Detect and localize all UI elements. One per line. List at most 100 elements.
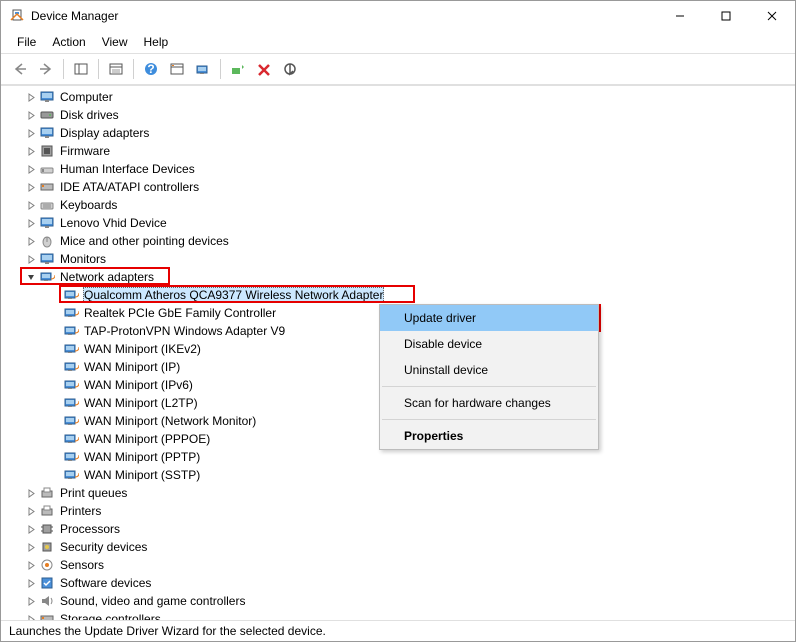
chevron-right-icon[interactable] — [25, 127, 37, 139]
menu-help[interactable]: Help — [136, 33, 177, 51]
forward-button[interactable] — [35, 58, 57, 80]
chevron-right-icon[interactable] — [25, 487, 37, 499]
network-adapter-icon — [63, 431, 79, 447]
tree-category-processors[interactable]: Processors — [1, 520, 795, 538]
toolbar-divider — [220, 59, 221, 79]
disable-button[interactable] — [279, 58, 301, 80]
tree-device-label: WAN Miniport (PPTP) — [83, 450, 201, 464]
tree-category-label: Security devices — [59, 540, 148, 554]
network-adapter-icon — [63, 359, 79, 375]
chevron-right-icon[interactable] — [25, 577, 37, 589]
network-adapter-icon — [63, 341, 79, 357]
device-category-icon — [39, 611, 55, 620]
tree-category-disk-drives[interactable]: Disk drives — [1, 106, 795, 124]
context-menu: Update driverDisable deviceUninstall dev… — [379, 304, 599, 450]
tree-category-computer[interactable]: Computer — [1, 88, 795, 106]
tree-device-label: WAN Miniport (IKEv2) — [83, 342, 202, 356]
device-category-icon — [39, 557, 55, 573]
device-category-icon — [39, 125, 55, 141]
tree-category-label: Computer — [59, 90, 114, 104]
context-menu-item-scan-for-hardware-changes[interactable]: Scan for hardware changes — [380, 390, 598, 416]
statusbar-text: Launches the Update Driver Wizard for th… — [9, 624, 326, 638]
chevron-right-icon[interactable] — [25, 217, 37, 229]
tree-category-network-adapters[interactable]: Network adapters — [1, 268, 795, 286]
tree-category-sensors[interactable]: Sensors — [1, 556, 795, 574]
tree-category-lenovo-vhid-device[interactable]: Lenovo Vhid Device — [1, 214, 795, 232]
tree-device-label: WAN Miniport (PPPOE) — [83, 432, 211, 446]
chevron-right-icon[interactable] — [25, 253, 37, 265]
tree-device-label: WAN Miniport (SSTP) — [83, 468, 201, 482]
chevron-right-icon[interactable] — [25, 523, 37, 535]
tree-category-human-interface-devices[interactable]: Human Interface Devices — [1, 160, 795, 178]
action-button[interactable] — [166, 58, 188, 80]
tree-category-display-adapters[interactable]: Display adapters — [1, 124, 795, 142]
tree-category-security-devices[interactable]: Security devices — [1, 538, 795, 556]
tree-device-item[interactable]: WAN Miniport (PPTP) — [1, 448, 795, 466]
network-adapter-icon — [63, 395, 79, 411]
chevron-right-icon[interactable] — [25, 199, 37, 211]
window-title: Device Manager — [31, 9, 657, 23]
menu-view[interactable]: View — [94, 33, 136, 51]
tree-category-label: Mice and other pointing devices — [59, 234, 230, 248]
tree-category-print-queues[interactable]: Print queues — [1, 484, 795, 502]
chevron-right-icon[interactable] — [25, 541, 37, 553]
menu-action[interactable]: Action — [44, 33, 93, 51]
chevron-right-icon[interactable] — [25, 145, 37, 157]
maximize-button[interactable] — [703, 1, 749, 31]
chevron-right-icon[interactable] — [25, 595, 37, 607]
context-menu-item-disable-device[interactable]: Disable device — [380, 331, 598, 357]
chevron-right-icon[interactable] — [25, 109, 37, 121]
update-driver-button[interactable] — [227, 58, 249, 80]
uninstall-button[interactable] — [253, 58, 275, 80]
tree-category-storage-controllers[interactable]: Storage controllers — [1, 610, 795, 620]
tree-category-label: Print queues — [59, 486, 128, 500]
close-button[interactable] — [749, 1, 795, 31]
tree-category-sound-video-and-game-controllers[interactable]: Sound, video and game controllers — [1, 592, 795, 610]
minimize-button[interactable] — [657, 1, 703, 31]
device-category-icon — [39, 485, 55, 501]
tree-category-mice-and-other-pointing-devices[interactable]: Mice and other pointing devices — [1, 232, 795, 250]
tree-device-item[interactable]: WAN Miniport (SSTP) — [1, 466, 795, 484]
tree-device-label: Realtek PCIe GbE Family Controller — [83, 306, 277, 320]
tree-category-label: Storage controllers — [59, 612, 162, 620]
chevron-right-icon[interactable] — [25, 559, 37, 571]
chevron-right-icon[interactable] — [25, 181, 37, 193]
tree-device-label: WAN Miniport (IPv6) — [83, 378, 194, 392]
tree-category-label: Human Interface Devices — [59, 162, 196, 176]
device-category-icon — [39, 143, 55, 159]
tree-device-item[interactable]: Qualcomm Atheros QCA9377 Wireless Networ… — [1, 286, 795, 304]
titlebar: Device Manager — [1, 1, 795, 31]
properties-button[interactable] — [105, 58, 127, 80]
scan-hardware-button[interactable] — [192, 58, 214, 80]
tree-category-keyboards[interactable]: Keyboards — [1, 196, 795, 214]
tree-category-firmware[interactable]: Firmware — [1, 142, 795, 160]
tree-category-label: Network adapters — [59, 270, 155, 284]
help-button[interactable]: ? — [140, 58, 162, 80]
device-category-icon — [39, 233, 55, 249]
window-controls — [657, 1, 795, 31]
tree-category-monitors[interactable]: Monitors — [1, 250, 795, 268]
tree-category-software-devices[interactable]: Software devices — [1, 574, 795, 592]
context-menu-separator — [382, 386, 596, 387]
tree-category-ide-ata-atapi-controllers[interactable]: IDE ATA/ATAPI controllers — [1, 178, 795, 196]
chevron-right-icon[interactable] — [25, 91, 37, 103]
device-category-icon — [39, 269, 55, 285]
show-hide-tree-button[interactable] — [70, 58, 92, 80]
chevron-right-icon[interactable] — [25, 235, 37, 247]
chevron-down-icon[interactable] — [25, 271, 37, 283]
chevron-right-icon[interactable] — [25, 163, 37, 175]
back-button[interactable] — [9, 58, 31, 80]
chevron-right-icon[interactable] — [25, 505, 37, 517]
toolbar-divider — [133, 59, 134, 79]
context-menu-item-update-driver[interactable]: Update driver — [380, 305, 598, 331]
context-menu-item-uninstall-device[interactable]: Uninstall device — [380, 357, 598, 383]
tree-category-printers[interactable]: Printers — [1, 502, 795, 520]
network-adapter-icon — [63, 305, 79, 321]
network-adapter-icon — [63, 323, 79, 339]
tree-category-label: IDE ATA/ATAPI controllers — [59, 180, 200, 194]
context-menu-item-properties[interactable]: Properties — [380, 423, 598, 449]
device-category-icon — [39, 251, 55, 267]
menu-file[interactable]: File — [9, 33, 44, 51]
device-tree[interactable]: Computer Disk drivesDisplay adaptersFirmw… — [1, 85, 795, 620]
chevron-right-icon[interactable] — [25, 613, 37, 620]
